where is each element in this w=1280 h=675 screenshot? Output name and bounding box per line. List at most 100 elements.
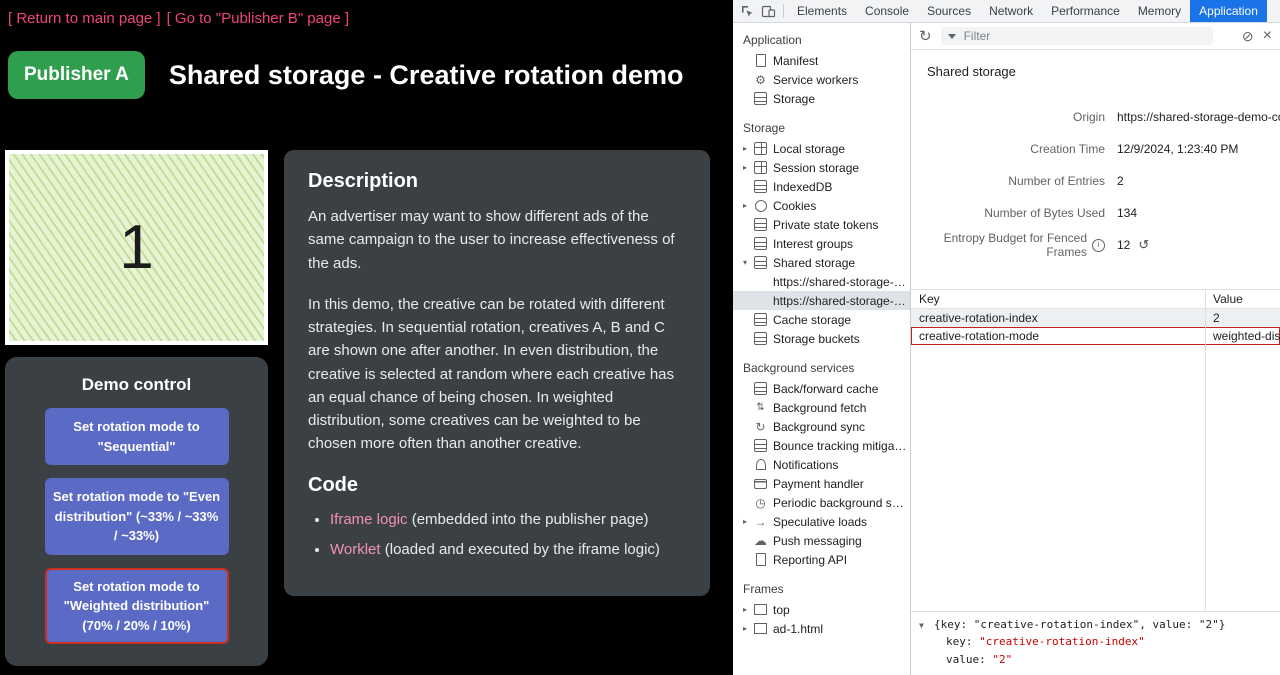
sidebar-item-bounce-tracking-mitiga[interactable]: Bounce tracking mitiga… — [733, 436, 910, 455]
sidebar-item-https-shared-storage-d[interactable]: https://shared-storage-d… — [733, 291, 910, 310]
tab-console[interactable]: Console — [856, 0, 918, 22]
sidebar-item-cookies[interactable]: ▸Cookies — [733, 196, 910, 215]
tab-sources[interactable]: Sources — [918, 0, 980, 22]
chevron-right-icon[interactable]: ▸ — [743, 144, 754, 153]
inspect-element-icon[interactable] — [737, 1, 758, 21]
tabbar-separator — [783, 4, 784, 18]
sidebar-item-top[interactable]: ▸top — [733, 600, 910, 619]
demo-control-panel: Demo control Set rotation mode to "Seque… — [5, 357, 268, 666]
sidebar-section-background-services: Background services — [733, 348, 910, 379]
top-link-0[interactable]: [ Return to main page ] — [8, 10, 161, 27]
sidebar-item-shared-storage[interactable]: ▾Shared storage — [733, 253, 910, 272]
frame-icon — [754, 622, 767, 635]
chevron-down-icon[interactable]: ▾ — [743, 258, 754, 267]
page-title: Shared storage - Creative rotation demo — [169, 60, 684, 91]
sidebar-item-storage-buckets[interactable]: Storage buckets — [733, 329, 910, 348]
preview-summary-line[interactable]: ▼ {key: "creative-rotation-index", value… — [919, 618, 1272, 631]
sidebar-item-session-storage[interactable]: ▸Session storage — [733, 158, 910, 177]
sidebar-item-label: Manifest — [773, 54, 818, 68]
sidebar-item-label: IndexedDB — [773, 180, 832, 194]
payment-icon — [754, 477, 767, 490]
rotation-mode-button-2[interactable]: Set rotation mode to "Weighted distribut… — [45, 568, 229, 645]
column-header-value[interactable]: Value — [1205, 290, 1280, 308]
storage-icon — [754, 92, 767, 105]
device-toolbar-icon[interactable] — [758, 1, 779, 21]
metadata-value: 2 — [1117, 174, 1124, 188]
chevron-right-icon[interactable]: ▸ — [743, 201, 754, 210]
demo-buttons: Set rotation mode to "Sequential" Set rot… — [5, 408, 268, 644]
metadata-label-text: Origin — [1073, 110, 1105, 124]
metadata-value-text: 134 — [1117, 206, 1137, 220]
table-icon — [754, 142, 767, 155]
tab-application[interactable]: Application — [1190, 0, 1267, 22]
info-icon[interactable]: i — [1092, 239, 1105, 252]
code-link-0[interactable]: Iframe logic — [330, 511, 408, 528]
metadata-label: Entropy Budget for Fenced Framesi — [911, 231, 1117, 259]
metadata-row-entropy-budget-for-fenced-frames: Entropy Budget for Fenced Framesi12↺ — [911, 229, 1280, 261]
sidebar-item-local-storage[interactable]: ▸Local storage — [733, 139, 910, 158]
sidebar-item-label: Push messaging — [773, 534, 862, 548]
sidebar-item-private-state-tokens[interactable]: Private state tokens — [733, 215, 910, 234]
cloud-icon — [754, 534, 767, 547]
tab-network[interactable]: Network — [980, 0, 1042, 22]
sidebar-item-reporting-api[interactable]: Reporting API — [733, 550, 910, 569]
application-panel: ↻ ⊘ × Shared storage Originhttps://share… — [911, 23, 1280, 675]
manifest-icon — [754, 54, 767, 67]
devtools-body: ApplicationManifestService workersStorag… — [733, 23, 1280, 675]
sidebar-item-background-sync[interactable]: Background sync — [733, 417, 910, 436]
sidebar-item-payment-handler[interactable]: Payment handler — [733, 474, 910, 493]
code-link-1[interactable]: Worklet — [330, 541, 381, 558]
creative-ad-frame[interactable]: 1 — [5, 150, 268, 345]
code-item-text: (embedded into the publisher page) — [408, 511, 649, 528]
sidebar-item-indexeddb[interactable]: IndexedDB — [733, 177, 910, 196]
table-row-creative-rotation-mode[interactable]: creative-rotation-modeweighted-distribut… — [911, 327, 1280, 345]
database-icon — [754, 439, 767, 452]
sidebar-item-speculative-loads[interactable]: ▸ Speculative loads — [733, 512, 910, 531]
chevron-right-icon[interactable]: ▸ — [743, 517, 754, 526]
devtools-tabs: ElementsConsoleSourcesNetworkPerformance… — [788, 0, 1267, 22]
sidebar-item-push-messaging[interactable]: Push messaging — [733, 531, 910, 550]
filter-input[interactable] — [962, 28, 1206, 44]
filter-box[interactable] — [941, 27, 1213, 45]
column-header-key[interactable]: Key — [911, 290, 1205, 308]
sidebar-item-periodic-background-s[interactable]: Periodic background s… — [733, 493, 910, 512]
table-row-creative-rotation-index[interactable]: creative-rotation-index2 — [911, 309, 1280, 327]
tab-memory[interactable]: Memory — [1129, 0, 1190, 22]
sidebar-item-cache-storage[interactable]: Cache storage — [733, 310, 910, 329]
metadata-label: Number of Bytes Used — [911, 206, 1117, 220]
reset-budget-icon[interactable]: ↺ — [1138, 237, 1149, 253]
rotation-mode-button-0[interactable]: Set rotation mode to "Sequential" — [45, 408, 229, 465]
chevron-right-icon[interactable]: ▸ — [743, 624, 754, 633]
close-icon[interactable]: × — [1263, 28, 1272, 44]
sidebar-item-label: Speculative loads — [773, 515, 867, 529]
sidebar-item-notifications[interactable]: Notifications — [733, 455, 910, 474]
caret-down-icon[interactable]: ▼ — [919, 621, 929, 630]
chevron-right-icon[interactable]: ▸ — [743, 605, 754, 614]
sidebar-item-https-shared-storage-d[interactable]: https://shared-storage-d… — [733, 272, 910, 291]
sidebar-item-background-fetch[interactable]: Background fetch — [733, 398, 910, 417]
publisher-page: [ Return to main page ] [ Go to "Publishe… — [0, 0, 733, 675]
sidebar-item-interest-groups[interactable]: Interest groups — [733, 234, 910, 253]
top-links: [ Return to main page ] [ Go to "Publishe… — [0, 0, 733, 27]
sidebar-item-storage[interactable]: Storage — [733, 89, 910, 108]
code-item: Iframe logic (embedded into the publishe… — [330, 509, 686, 532]
service-worker-icon — [754, 73, 767, 86]
tab-elements[interactable]: Elements — [788, 0, 856, 22]
rotation-mode-button-1[interactable]: Set rotation mode to "Even distribution"… — [45, 478, 229, 555]
refresh-icon[interactable]: ↻ — [919, 27, 932, 45]
sidebar-item-manifest[interactable]: Manifest — [733, 51, 910, 70]
clear-storage-icon[interactable]: ⊘ — [1242, 28, 1254, 45]
preview-entries: key: "creative-rotation-index"value: "2" — [919, 635, 1272, 667]
chevron-right-icon[interactable]: ▸ — [743, 163, 754, 172]
demo-control-title: Demo control — [5, 375, 268, 395]
tab-performance[interactable]: Performance — [1042, 0, 1129, 22]
preview-entry: value: "2" — [919, 653, 1272, 667]
sidebar-item-service-workers[interactable]: Service workers — [733, 70, 910, 89]
top-link-1[interactable]: [ Go to "Publisher B" page ] — [167, 10, 349, 27]
filter-funnel-icon — [948, 34, 956, 39]
sidebar-item-back-forward-cache[interactable]: Back/forward cache — [733, 379, 910, 398]
cookie-icon — [754, 199, 767, 212]
sidebar-item-label: Background fetch — [773, 401, 866, 415]
metadata-row-number-of-entries: Number of Entries2 — [911, 165, 1280, 197]
sidebar-item-ad-1-html[interactable]: ▸ad-1.html — [733, 619, 910, 638]
